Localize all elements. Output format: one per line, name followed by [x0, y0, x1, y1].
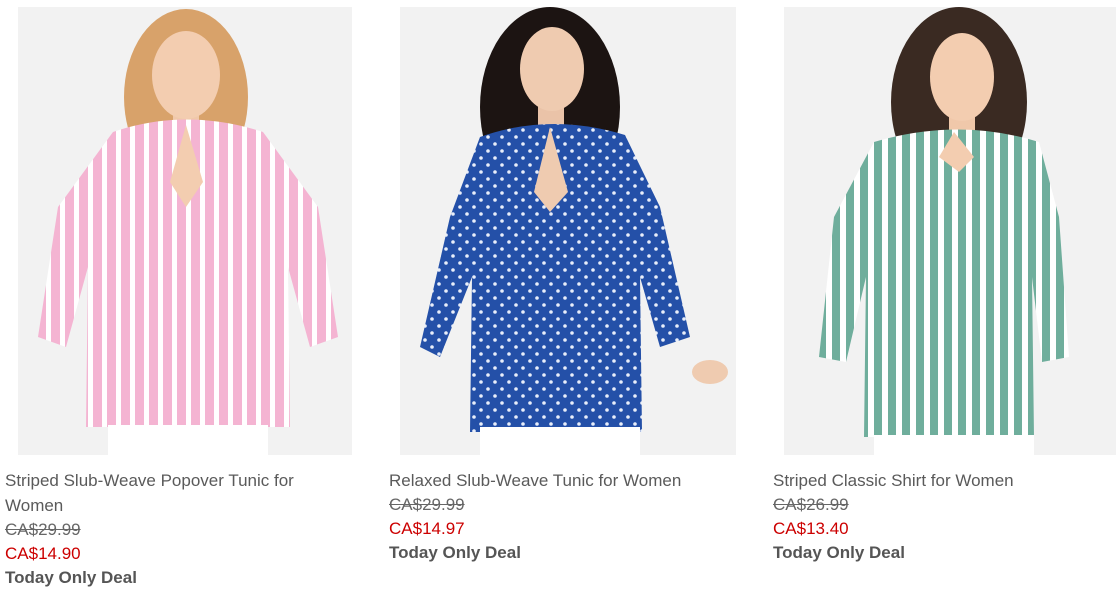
original-price: CA$29.99	[389, 495, 465, 514]
product-card[interactable]: Striped Slub-Weave Popover Tunic for Wom…	[5, 0, 355, 590]
product-image[interactable]	[784, 7, 1116, 455]
product-card[interactable]: Relaxed Slub-Weave Tunic for Women CA$29…	[389, 0, 739, 565]
product-card[interactable]: Striped Classic Shirt for Women CA$26.99…	[773, 0, 1116, 565]
original-price: CA$26.99	[773, 495, 849, 514]
deal-badge: Today Only Deal	[5, 568, 137, 587]
product-title[interactable]: Striped Classic Shirt for Women	[773, 468, 1103, 493]
sale-price: CA$14.90	[5, 544, 81, 563]
product-image[interactable]	[400, 7, 736, 455]
product-grid: Striped Slub-Weave Popover Tunic for Wom…	[0, 0, 1116, 600]
model-photo-illustration	[18, 7, 352, 455]
model-photo-illustration	[400, 7, 736, 455]
model-photo-illustration	[784, 7, 1116, 455]
deal-badge: Today Only Deal	[773, 543, 905, 562]
product-image[interactable]	[18, 7, 352, 455]
deal-badge: Today Only Deal	[389, 543, 521, 562]
product-title[interactable]: Relaxed Slub-Weave Tunic for Women	[389, 468, 719, 493]
original-price: CA$29.99	[5, 520, 81, 539]
sale-price: CA$13.40	[773, 519, 849, 538]
sale-price: CA$14.97	[389, 519, 465, 538]
product-title[interactable]: Striped Slub-Weave Popover Tunic for Wom…	[5, 468, 335, 518]
